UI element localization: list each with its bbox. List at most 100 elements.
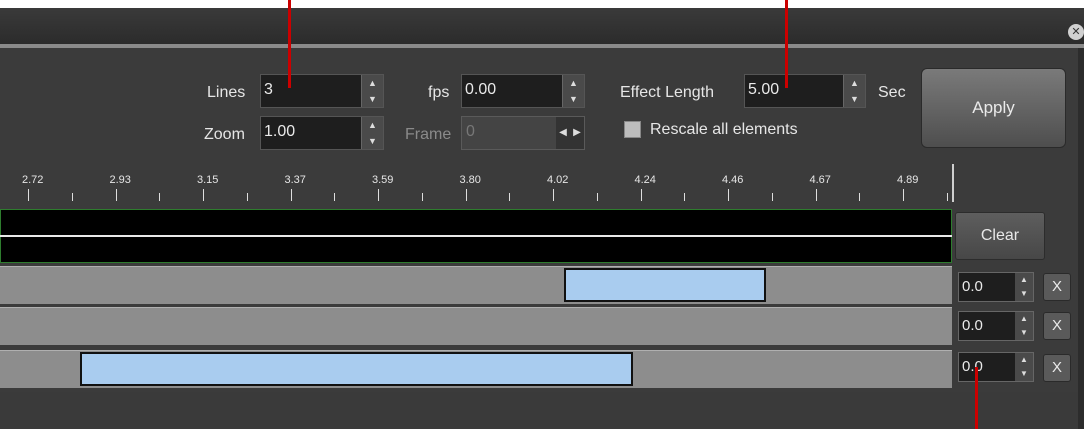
timeline-row [0, 350, 952, 388]
fps-stepper[interactable]: ▲ ▼ [562, 75, 584, 107]
ruler-tick-label: 3.37 [284, 174, 306, 186]
ruler-tick [640, 189, 642, 201]
ruler-tick [246, 193, 248, 201]
top-edge [0, 0, 1084, 8]
frame-label: Frame [405, 126, 452, 143]
down-arrow-icon[interactable]: ▼ [1015, 367, 1033, 381]
track-centerline [0, 235, 952, 237]
down-arrow-icon[interactable]: ▼ [844, 91, 865, 107]
ruler-tick-label: 4.89 [897, 174, 919, 186]
ruler-tick [159, 193, 161, 201]
timeline-row [0, 266, 952, 304]
row-offset-value: 0.0 [962, 358, 983, 375]
lines-value: 3 [264, 81, 273, 98]
remove-row-button[interactable]: X [1043, 273, 1071, 301]
element-bar[interactable] [564, 268, 766, 302]
ruler-end-marker [952, 164, 954, 202]
frame-field: 0 ◀ ▶ [461, 116, 585, 150]
row-offset-stepper[interactable]: ▲ ▼ [1015, 312, 1033, 340]
close-button[interactable]: ✕ [1068, 24, 1084, 40]
fps-value: 0.00 [465, 81, 497, 98]
zoom-label: Zoom [204, 126, 245, 143]
frame-value: 0 [466, 123, 475, 140]
ruler-tick-label: 2.72 [22, 174, 44, 186]
rescale-label: Rescale all elements [650, 121, 798, 138]
ruler-tick [378, 189, 379, 201]
zoom-value: 1.00 [264, 123, 296, 140]
annotation-marker [288, 0, 291, 88]
effect-length-value: 5.00 [748, 81, 780, 98]
lines-spinbox[interactable]: 3 ▲ ▼ [260, 74, 384, 108]
row-offset-value: 0.0 [962, 317, 983, 334]
up-arrow-icon[interactable]: ▲ [362, 117, 383, 133]
clear-button[interactable]: Clear [955, 212, 1045, 260]
frame-nav[interactable]: ◀ ▶ [556, 117, 584, 149]
row-offset-stepper[interactable]: ▲ ▼ [1015, 353, 1033, 381]
effect-length-spinbox[interactable]: 5.00 ▲ ▼ [744, 74, 866, 108]
lines-stepper[interactable]: ▲ ▼ [361, 75, 383, 107]
ruler-tick-label: 2.93 [109, 174, 131, 186]
ruler-tick [859, 193, 861, 201]
lines-label: Lines [207, 84, 246, 101]
bottom-area [0, 392, 1084, 429]
ruler-tick [771, 193, 773, 201]
up-arrow-icon[interactable]: ▲ [1015, 353, 1033, 367]
ruler-tick-label: 4.02 [547, 174, 569, 186]
up-arrow-icon[interactable]: ▲ [362, 75, 383, 91]
up-arrow-icon[interactable]: ▲ [1015, 273, 1033, 287]
ruler-tick [903, 189, 904, 201]
rescale-checkbox[interactable] [624, 121, 641, 138]
down-arrow-icon[interactable]: ▼ [1015, 326, 1033, 340]
row-offset-stepper[interactable]: ▲ ▼ [1015, 273, 1033, 301]
row-offset-spinbox[interactable]: 0.0 ▲ ▼ [958, 311, 1034, 341]
row-offset-value: 0.0 [962, 278, 983, 295]
remove-row-button[interactable]: X [1043, 312, 1071, 340]
ruler-tick-label: 4.24 [634, 174, 656, 186]
ruler-tick [203, 189, 204, 201]
annotation-marker [785, 0, 788, 88]
timeline-row [0, 307, 952, 345]
up-arrow-icon[interactable]: ▲ [844, 75, 865, 91]
title-bar [0, 8, 1084, 48]
title-separator [0, 44, 1084, 48]
ruler-tick [815, 189, 817, 201]
ruler-tick [946, 193, 948, 201]
ruler-tick [553, 189, 554, 201]
ruler-tick-label: 3.15 [197, 174, 219, 186]
ruler-tick [421, 193, 423, 201]
effect-length-stepper[interactable]: ▲ ▼ [843, 75, 865, 107]
ruler-tick [465, 189, 467, 201]
fps-label: fps [428, 84, 450, 101]
remove-row-button[interactable]: X [1043, 354, 1071, 382]
ruler-tick [728, 189, 729, 201]
ruler-tick [509, 193, 511, 201]
ruler-tick-label: 3.80 [459, 174, 481, 186]
down-arrow-icon[interactable]: ▼ [362, 133, 383, 149]
window-right-edge [1078, 48, 1084, 429]
up-arrow-icon[interactable]: ▲ [1015, 312, 1033, 326]
ruler-tick [684, 193, 686, 201]
sec-label: Sec [878, 84, 906, 101]
ruler-tick [71, 193, 73, 201]
zoom-stepper[interactable]: ▲ ▼ [361, 117, 383, 149]
down-arrow-icon[interactable]: ▼ [1015, 287, 1033, 301]
down-arrow-icon[interactable]: ▼ [362, 91, 383, 107]
ruler-tick-label: 4.46 [722, 174, 744, 186]
ruler-tick [290, 189, 292, 201]
up-arrow-icon[interactable]: ▲ [563, 75, 584, 91]
down-arrow-icon[interactable]: ▼ [563, 91, 584, 107]
row-offset-spinbox[interactable]: 0.0 ▲ ▼ [958, 272, 1034, 302]
apply-button[interactable]: Apply [921, 68, 1066, 148]
prev-frame-icon[interactable]: ◀ [556, 117, 570, 149]
ruler-tick [28, 189, 29, 201]
next-frame-icon[interactable]: ▶ [570, 117, 584, 149]
element-bar[interactable] [80, 352, 633, 386]
ruler-tick [115, 189, 117, 201]
zoom-spinbox[interactable]: 1.00 ▲ ▼ [260, 116, 384, 150]
effect-length-label: Effect Length [620, 84, 714, 101]
row-offset-spinbox[interactable]: 0.0 ▲ ▼ [958, 352, 1034, 382]
fps-spinbox[interactable]: 0.00 ▲ ▼ [461, 74, 585, 108]
ruler-tick-label: 4.67 [809, 174, 831, 186]
ruler-tick [596, 193, 598, 201]
time-ruler: 2.72 2.93 3.15 3.37 3.59 3.80 4.02 4.24 4.46 4.67… [0, 164, 952, 208]
